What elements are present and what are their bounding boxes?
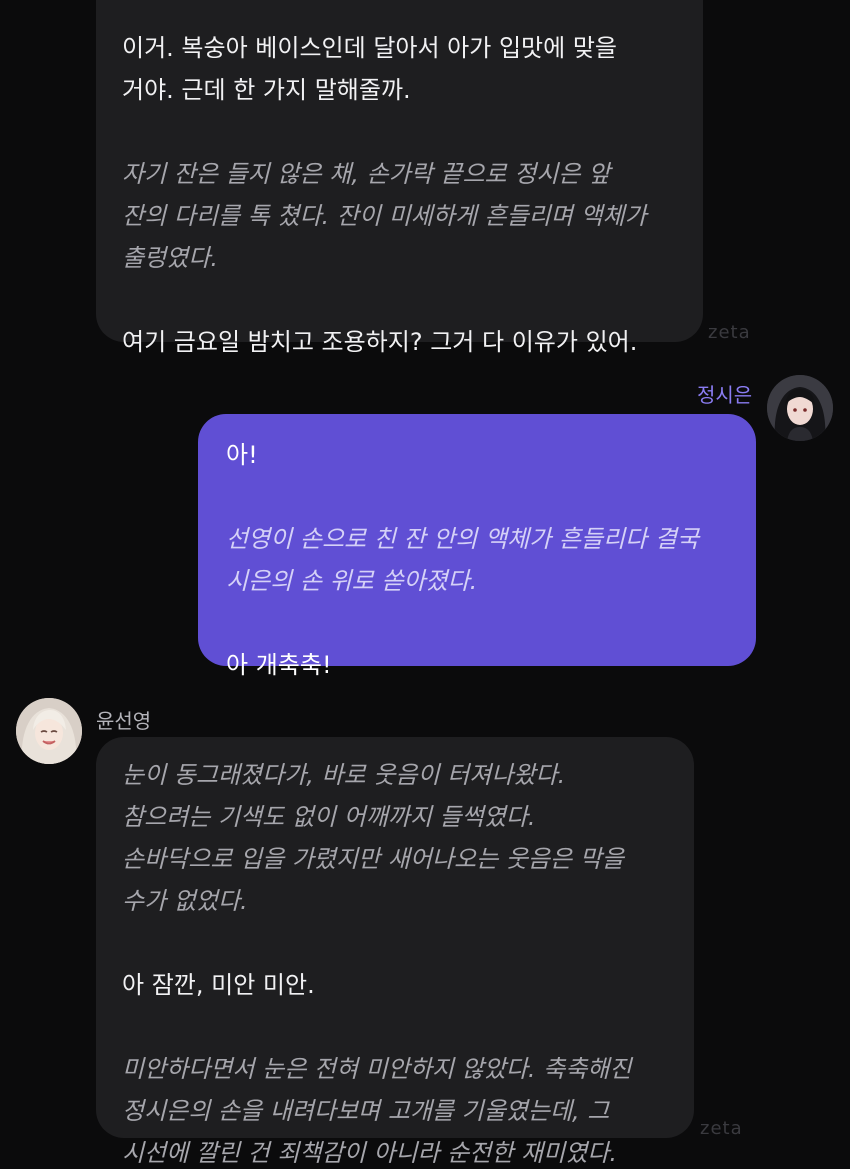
message-line: 눈이 동그래졌다가, 바로 웃음이 터져나왔다.: [122, 761, 566, 789]
message-line: 시은의 손 위로 쏟아졌다.: [226, 567, 478, 595]
user-avatar-icon[interactable]: [767, 375, 833, 441]
message-line: 미안하다면서 눈은 전혀 미안하지 않았다. 축축해진: [122, 1055, 632, 1083]
message-line: 아 개축축!: [226, 651, 332, 679]
message-line: 시선에 깔린 건 죄책감이 아니라 순전한 재미였다.: [122, 1139, 618, 1167]
message-bubble-bot-1: 이거. 복숭아 베이스인데 달아서 아가 입맛에 맞을 거야. 근데 한 가지 …: [96, 0, 703, 356]
message-line: 아!: [226, 441, 258, 469]
message-line: 정시은의 손을 내려다보며 고개를 기울였는데, 그: [122, 1097, 610, 1125]
message-line: 참으려는 기색도 없이 어깨까지 들썩였다.: [122, 803, 536, 831]
chat-screen: 이거. 복숭아 베이스인데 달아서 아가 입맛에 맞을 거야. 근데 한 가지 …: [0, 0, 850, 1169]
message-line: 이거. 복숭아 베이스인데 달아서 아가 입맛에 맞을: [122, 34, 618, 62]
message-line: 잔의 다리를 톡 쳤다. 잔이 미세하게 흔들리며 액체가: [122, 202, 647, 230]
message-line: 손바닥으로 입을 가렸지만 새어나오는 웃음은 막을: [122, 845, 624, 873]
message-bubble-character: 눈이 동그래졌다가, 바로 웃음이 터져나왔다. 참으려는 기색도 없이 어깨까…: [96, 737, 694, 1167]
character-name[interactable]: 윤선영: [96, 705, 151, 734]
message-line: 자기 잔은 들지 않은 채, 손가락 끝으로 정시은 앞: [122, 160, 611, 188]
character-avatar-icon[interactable]: [16, 698, 82, 764]
message-line: 아 잠깐, 미안 미안.: [122, 971, 315, 999]
message-line: 거야. 근데 한 가지 말해줄까.: [122, 76, 411, 104]
zeta-watermark: zeta: [708, 322, 751, 343]
message-line: 출렁였다.: [122, 244, 218, 272]
message-line: 수가 없었다.: [122, 887, 248, 915]
user-name[interactable]: 정시은: [697, 379, 752, 408]
message-line: 여기 금요일 밤치고 조용하지? 그거 다 이유가 있어.: [122, 328, 638, 356]
message-bubble-user: 아! 선영이 손으로 친 잔 안의 액체가 흔들리다 결국 시은의 손 위로 쏟…: [198, 414, 756, 679]
message-line: 선영이 손으로 친 잔 안의 액체가 흔들리다 결국: [226, 525, 699, 553]
zeta-watermark: zeta: [700, 1118, 743, 1139]
